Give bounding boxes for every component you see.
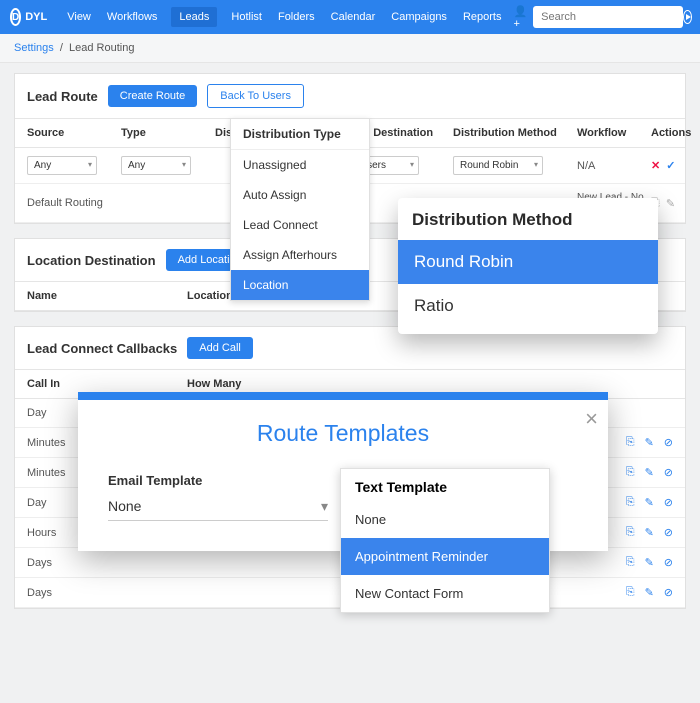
dropdown-item[interactable]: Assign Afterhours — [231, 240, 369, 270]
nav-item-hotlist[interactable]: Hotlist — [229, 7, 264, 27]
dropdown-item[interactable]: Location — [231, 270, 369, 300]
text-template-dropdown[interactable]: Text Template NoneAppointment ReminderNe… — [340, 468, 550, 613]
nav-item-leads[interactable]: Leads — [171, 7, 217, 27]
edit-icon[interactable]: ✎ — [645, 556, 654, 569]
edit-icon[interactable]: ✎ — [645, 496, 654, 509]
dropdown-item[interactable]: Ratio — [398, 284, 658, 328]
dropdown-item[interactable]: New Contact Form — [341, 575, 549, 612]
copy-icon[interactable]: ⎘ — [626, 466, 635, 479]
create-route-button[interactable]: Create Route — [108, 85, 197, 107]
confirm-icon[interactable]: ✓ — [666, 159, 675, 172]
type-select[interactable]: Any — [121, 156, 191, 175]
dropdown-item[interactable]: None — [341, 501, 549, 538]
edit-icon[interactable]: ✎ — [645, 586, 654, 599]
main-nav: View Workflows Leads Hotlist Folders Calendar… — [65, 7, 503, 27]
location-title: Location Destination — [27, 253, 156, 268]
email-template-field: Email Template None — [108, 473, 328, 521]
add-user-icon[interactable]: 👤+ — [513, 5, 527, 30]
edit-icon[interactable]: ✎ — [645, 436, 654, 449]
source-select[interactable]: Any — [27, 156, 97, 175]
actions-cell: ✕ ✓ — [651, 159, 700, 172]
play-icon[interactable] — [683, 10, 692, 24]
nav-item-campaigns[interactable]: Campaigns — [389, 7, 449, 27]
top-nav-bar: D DYL View Workflows Leads Hotlist Folders Ca… — [0, 0, 700, 34]
dropdown-item[interactable]: Auto Assign — [231, 180, 369, 210]
email-template-select[interactable]: None — [108, 492, 328, 521]
top-right-cluster: Jennifer DiMaria,Lead Status: OFF ? 💬 👤 — [683, 0, 700, 45]
breadcrumb: Settings / Lead Routing — [0, 34, 700, 63]
brand-name: DYL — [25, 11, 47, 23]
distribution-method-popover[interactable]: Distribution Method Round RobinRatio — [398, 198, 658, 334]
cancel-icon[interactable]: ⊘ — [664, 526, 673, 539]
popover-title: Distribution Method — [398, 198, 658, 240]
edit-icon[interactable]: ✎ — [645, 466, 654, 479]
copy-icon[interactable]: ⎘ — [626, 436, 635, 449]
breadcrumb-current: Lead Routing — [69, 42, 134, 54]
copy-icon[interactable]: ⎘ — [626, 526, 635, 539]
cancel-icon[interactable]: ⊘ — [664, 466, 673, 479]
logo-icon: D — [10, 8, 21, 26]
actions-cell: ⎘ ✎ — [651, 197, 700, 210]
copy-icon[interactable]: ⎘ — [626, 586, 635, 599]
callbacks-title: Lead Connect Callbacks — [27, 341, 177, 356]
edit-icon[interactable]: ✎ — [645, 526, 654, 539]
copy-icon[interactable]: ⎘ — [626, 556, 635, 569]
delete-icon[interactable]: ✕ — [651, 159, 660, 172]
cancel-icon[interactable]: ⊘ — [664, 496, 673, 509]
dropdown-item[interactable]: Round Robin — [398, 240, 658, 284]
nav-item-reports[interactable]: Reports — [461, 7, 504, 27]
cancel-icon[interactable]: ⊘ — [664, 556, 673, 569]
modal-title: Route Templates — [78, 400, 608, 473]
nav-item-calendar[interactable]: Calendar — [329, 7, 378, 27]
dropdown-header: Text Template — [341, 469, 549, 501]
default-routing-label: Default Routing — [27, 197, 211, 209]
copy-icon[interactable]: ⎘ — [626, 496, 635, 509]
nav-item-folders[interactable]: Folders — [276, 7, 317, 27]
cancel-icon[interactable]: ⊘ — [664, 586, 673, 599]
lead-route-title: Lead Route — [27, 89, 98, 104]
distribution-type-dropdown[interactable]: Distribution Type UnassignedAuto AssignL… — [230, 118, 370, 301]
nav-item-view[interactable]: View — [65, 7, 93, 27]
back-to-users-button[interactable]: Back To Users — [207, 84, 304, 108]
edit-icon[interactable]: ✎ — [666, 197, 675, 210]
nav-item-workflows[interactable]: Workflows — [105, 7, 160, 27]
cancel-icon[interactable]: ⊘ — [664, 436, 673, 449]
dropdown-item[interactable]: Unassigned — [231, 150, 369, 180]
workflow-cell: N/A — [577, 160, 647, 172]
method-select[interactable]: Round Robin — [453, 156, 543, 175]
add-call-button[interactable]: Add Call — [187, 337, 253, 359]
search-input[interactable] — [533, 6, 683, 28]
close-icon[interactable]: × — [585, 406, 598, 432]
dropdown-item[interactable]: Lead Connect — [231, 210, 369, 240]
breadcrumb-root[interactable]: Settings — [14, 42, 54, 54]
dropdown-header: Distribution Type — [231, 119, 369, 150]
email-template-label: Email Template — [108, 473, 328, 488]
dropdown-item[interactable]: Appointment Reminder — [341, 538, 549, 575]
